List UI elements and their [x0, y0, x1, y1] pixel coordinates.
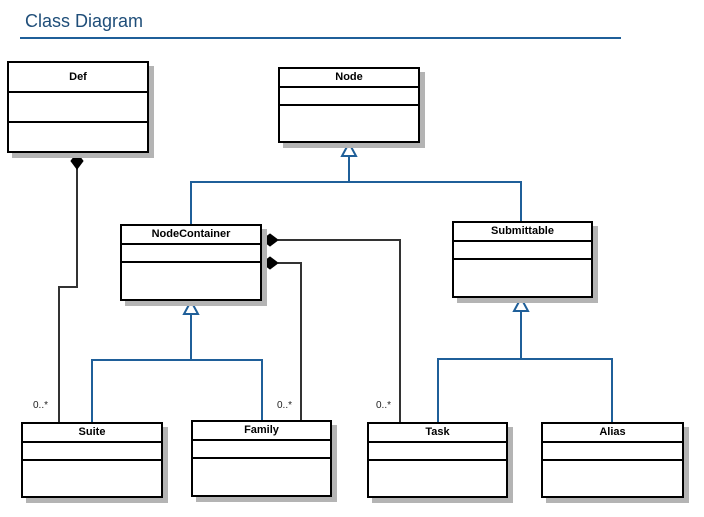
inheritance-arrow-icon [182, 298, 200, 315]
multiplicity-family: 0..* [277, 400, 293, 411]
class-name: Node [280, 69, 418, 88]
class-name: Alias [543, 424, 682, 443]
composition-nodecontainer-family [261, 256, 302, 420]
class-submittable[interactable]: Submittable [452, 221, 593, 298]
edge-task-submittable [437, 311, 522, 422]
composition-diamond-icon [261, 233, 279, 247]
edge-alias-submittable [521, 358, 613, 422]
class-name: Suite [23, 424, 161, 443]
inheritance-arrow-icon [512, 295, 530, 312]
class-attributes [369, 443, 506, 461]
class-attributes [23, 443, 161, 461]
class-name: Task [369, 424, 506, 443]
class-task[interactable]: Task [367, 422, 508, 498]
composition-def-suite [58, 152, 84, 422]
edge-suite-nodecontainer [91, 314, 192, 422]
class-def[interactable]: Def [7, 61, 149, 153]
multiplicity-task: 0..* [376, 400, 392, 411]
class-nodecontainer[interactable]: NodeContainer [120, 224, 262, 301]
edge-family-nodecontainer [191, 359, 263, 420]
class-alias[interactable]: Alias [541, 422, 684, 498]
generalization-nodecontainer [91, 298, 263, 422]
edge-submittable-node [349, 181, 522, 221]
class-attributes [193, 441, 330, 459]
class-family[interactable]: Family [191, 420, 332, 497]
multiplicity-suite: 0..* [33, 400, 49, 411]
class-name: Submittable [454, 223, 591, 242]
inheritance-arrow-icon [340, 140, 358, 157]
composition-diamond-icon [70, 152, 84, 170]
class-attributes [543, 443, 682, 461]
class-attributes [280, 88, 418, 106]
class-attributes [9, 93, 147, 123]
class-name: Def [9, 63, 147, 93]
generalization-node [190, 140, 522, 224]
class-name: Family [193, 422, 330, 441]
class-attributes [454, 242, 591, 260]
class-attributes [122, 245, 260, 263]
class-suite[interactable]: Suite [21, 422, 163, 498]
edge-nodecontainer-node [190, 157, 350, 224]
class-name: NodeContainer [122, 226, 260, 245]
class-node[interactable]: Node [278, 67, 420, 143]
generalization-submittable [437, 295, 613, 422]
composition-diamond-icon [261, 256, 279, 270]
